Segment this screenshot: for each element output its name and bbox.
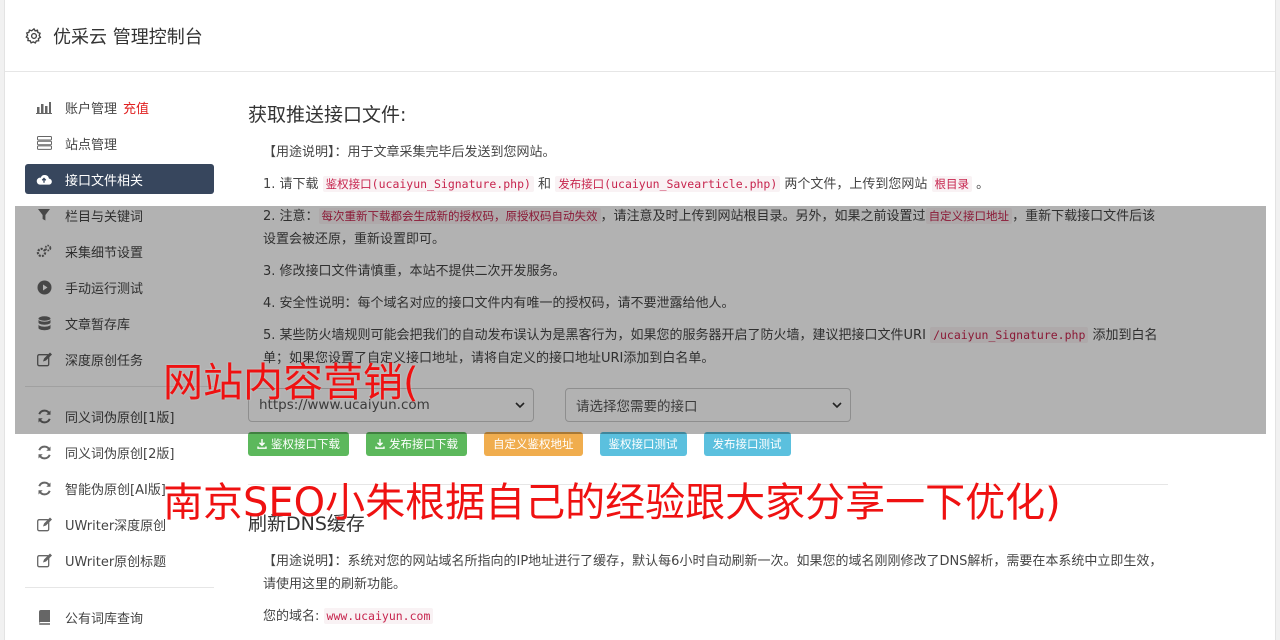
sidebar-divider xyxy=(25,386,214,387)
step-4: 4. 安全性说明：每个域名对应的接口文件内有唯一的授权码，请不要泄露给他人。 xyxy=(263,296,735,311)
edit-icon xyxy=(36,552,52,568)
sidebar-item-label: UWriter深度原创 xyxy=(65,518,167,534)
usage-note: 【用途说明】：用于文章采集完毕后发送到您网站。 xyxy=(263,145,556,160)
site-select[interactable]: https://www.ucaiyun.com xyxy=(248,388,534,422)
test-signature-button[interactable]: 鉴权接口测试 xyxy=(599,432,687,456)
sidebar-item-synonym-v2[interactable]: 同义词伪原创[2版] xyxy=(25,437,214,467)
download-publish-button[interactable]: 发布接口下载 xyxy=(366,432,467,456)
sidebar-item-deep-original[interactable]: 深度原创任务 xyxy=(25,344,214,374)
server-icon xyxy=(36,135,52,151)
section-divider xyxy=(248,484,1168,485)
download-icon xyxy=(375,439,385,449)
step-2: 2. 注意： 每次重新下载都会生成新的授权码，原授权码自动失效 ，请注意及时上传到网… xyxy=(248,205,1168,251)
sidebar-item-label: 同义词伪原创[1版] xyxy=(65,410,175,426)
action-buttons: 鉴权接口下载 发布接口下载 自定义鉴权地址 鉴权接口测试 发布接口测试 xyxy=(248,432,1168,456)
button-label: 鉴权接口测试 xyxy=(608,437,678,451)
sidebar-item-article-store[interactable]: 文章暂存库 xyxy=(25,308,214,338)
domain-row: 您的域名: www.ucaiyun.com xyxy=(248,605,1168,628)
domain-value: www.ucaiyun.com xyxy=(323,608,434,624)
download-signature-button[interactable]: 鉴权接口下载 xyxy=(248,432,349,456)
sidebar-item-label: 深度原创任务 xyxy=(65,353,144,369)
sidebar-item-label: 手动运行测试 xyxy=(65,281,144,297)
refresh-icon xyxy=(36,444,52,460)
step-text: 两个文件，上传到您网站 xyxy=(780,177,932,192)
step-text: 5. 某些防火墙规则可能会把我们的自动发布误认为是黑客行为，如果您的服务器开启了… xyxy=(263,328,931,343)
filter-icon xyxy=(36,207,52,223)
button-label: 发布接口下载 xyxy=(389,437,458,451)
section-title-interface-files: 获取推送接口文件: xyxy=(248,104,407,126)
sidebar-item-uwriter-title[interactable]: UWriter原创标题 xyxy=(25,545,214,575)
sidebar-item-label: 同义词伪原创[2版] xyxy=(65,446,175,462)
button-label: 自定义鉴权地址 xyxy=(493,437,574,451)
sidebar-item-label: UWriter原创标题 xyxy=(65,554,167,570)
section-title-dns: 刷新DNS缓存 xyxy=(248,513,365,535)
book-icon xyxy=(36,609,52,625)
sidebar-item-label: 采集细节设置 xyxy=(65,245,144,261)
play-circle-icon xyxy=(36,279,52,295)
step-1: 1. 请下载 鉴权接口(ucaiyun_Signature.php) 和 发布接… xyxy=(248,173,1168,196)
sidebar-item-synonym-v1[interactable]: 同义词伪原创[1版] xyxy=(25,401,214,431)
database-icon xyxy=(36,315,52,331)
step-text: 2. 注意： xyxy=(263,209,319,224)
sidebar-item-account[interactable]: 账户管理 充值 xyxy=(25,92,214,122)
api-select[interactable]: 请选择您需要的接口 xyxy=(565,388,851,422)
button-label: 鉴权接口下载 xyxy=(271,437,340,451)
sidebar: 账户管理 充值 站点管理 接口文件相关 栏目与关键词 采集细节设置 手动运行测试… xyxy=(25,92,214,638)
main-content: 获取推送接口文件: 【用途说明】：用于文章采集完毕后发送到您网站。 1. 请下载… xyxy=(248,100,1168,637)
sidebar-item-label: 文章暂存库 xyxy=(65,317,131,333)
step-text: 。 xyxy=(972,177,990,192)
code-signature-file: 鉴权接口(ucaiyun_Signature.php) xyxy=(322,176,534,192)
sidebar-item-columns-keywords[interactable]: 栏目与关键词 xyxy=(25,200,214,230)
sidebar-item-label: 公有词库查询 xyxy=(65,611,144,627)
custom-auth-url-button[interactable]: 自定义鉴权地址 xyxy=(484,432,583,456)
sidebar-item-uwriter-original[interactable]: UWriter深度原创 xyxy=(25,509,214,539)
code-auth-warning: 每次重新下载都会生成新的授权码，原授权码自动失效 xyxy=(318,208,601,224)
console-frame: 优采云 管理控制台 账户管理 充值 站点管理 接口文件相关 栏目与关键词 采集细… xyxy=(4,0,1276,640)
step-text: 1. 请下载 xyxy=(263,177,323,192)
test-publish-button[interactable]: 发布接口测试 xyxy=(703,432,791,456)
sidebar-item-sites[interactable]: 站点管理 xyxy=(25,128,214,158)
bar-chart-icon xyxy=(36,99,52,115)
gear-icon xyxy=(25,27,42,44)
sidebar-item-public-lexicon[interactable]: 公有词库查询 xyxy=(25,602,214,632)
select-row: https://www.ucaiyun.com 请选择您需要的接口 xyxy=(248,388,1168,422)
sidebar-divider xyxy=(25,587,214,588)
sidebar-item-label: 智能伪原创[AI版] xyxy=(65,482,166,498)
step-3: 3. 修改接口文件请慎重，本站不提供二次开发服务。 xyxy=(263,264,566,279)
api-select-value: 请选择您需要的接口 xyxy=(576,399,698,415)
edit-icon xyxy=(36,351,52,367)
edit-icon xyxy=(36,516,52,532)
recharge-link[interactable]: 充值 xyxy=(123,98,149,117)
button-label: 发布接口测试 xyxy=(712,437,782,451)
code-custom-url: 自定义接口地址 xyxy=(925,208,1013,224)
site-select-value: https://www.ucaiyun.com xyxy=(259,397,430,413)
top-header: 优采云 管理控制台 xyxy=(5,0,1275,72)
sidebar-item-manual-run[interactable]: 手动运行测试 xyxy=(25,272,214,302)
refresh-icon xyxy=(36,480,52,496)
chevron-down-icon xyxy=(832,401,842,408)
sidebar-item-interface-files[interactable]: 接口文件相关 xyxy=(25,164,214,194)
code-savearticle-file: 发布接口(ucaiyun_Savearticle.php) xyxy=(555,176,781,192)
domain-label: 您的域名: xyxy=(263,609,324,624)
code-root-dir: 根目录 xyxy=(931,176,973,192)
chevron-down-icon xyxy=(515,401,525,408)
step-text: ，请注意及时上传到网站根目录。另外，如果之前设置过 xyxy=(600,209,926,224)
sidebar-item-collect-settings[interactable]: 采集细节设置 xyxy=(25,236,214,266)
cogs-icon xyxy=(36,243,52,259)
step-5: 5. 某些防火墙规则可能会把我们的自动发布误认为是黑客行为，如果您的服务器开启了… xyxy=(248,324,1168,370)
step-text: 和 xyxy=(533,177,556,192)
dns-usage-note: 【用途说明】：系统对您的网站域名所指向的IP地址进行了缓存，默认每6小时自动刷新… xyxy=(263,554,1163,592)
page-title: 优采云 管理控制台 xyxy=(53,26,203,48)
download-icon xyxy=(257,439,267,449)
sidebar-item-ai-rewrite[interactable]: 智能伪原创[AI版] xyxy=(25,473,214,503)
sidebar-item-label: 站点管理 xyxy=(65,137,118,153)
code-signature-uri: /ucaiyun_Signature.php xyxy=(930,327,1089,343)
sidebar-item-label: 接口文件相关 xyxy=(65,173,144,189)
refresh-icon xyxy=(36,408,52,424)
sidebar-item-label: 栏目与关键词 xyxy=(65,209,144,225)
cloud-upload-icon xyxy=(36,171,52,187)
sidebar-item-label: 账户管理 xyxy=(65,101,118,117)
